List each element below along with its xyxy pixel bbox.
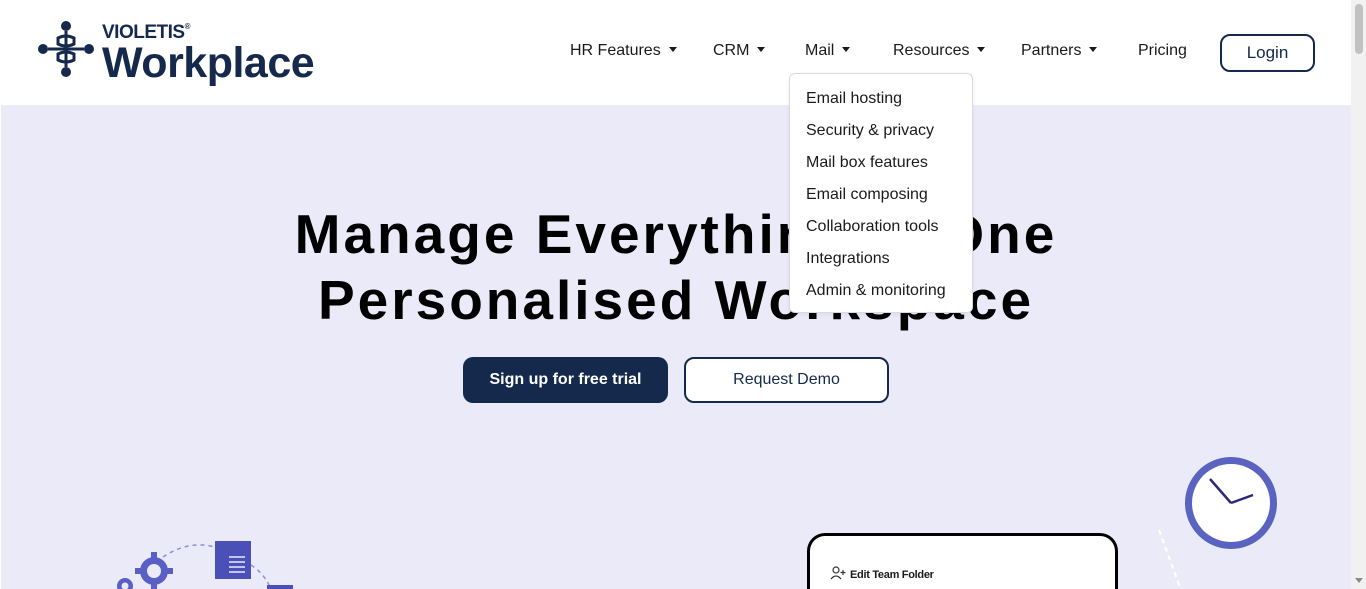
menu-item-security-privacy[interactable]: Security & privacy [806,122,934,140]
nav-item-pricing[interactable]: Pricing [1138,42,1187,60]
nav-item-mail[interactable]: Mail [805,42,851,60]
edit-team-folder-card: Edit Team Folder [807,533,1118,589]
request-demo-button[interactable]: Request Demo [684,357,889,403]
scrollbar-thumb[interactable] [1355,4,1363,54]
caret-down-icon [757,46,766,52]
hero-title-line1: Manage Everything in One [294,203,1058,265]
brand-logo[interactable]: VIOLETIS® Workplace [36,18,326,98]
caret-down-icon [842,46,851,52]
brand-name-big: Workplace [102,39,315,87]
vertical-scrollbar[interactable] [1351,0,1366,589]
violetis-logo-icon [38,21,94,77]
mail-dropdown-menu: Email hosting Security & privacy Mail bo… [789,73,973,313]
nav-item-resources[interactable]: Resources [893,42,986,60]
clock-icon [1185,457,1277,549]
card-label: Edit Team Folder [850,569,934,581]
document-icon [215,541,251,579]
caret-down-icon [977,46,986,52]
menu-item-admin-monitoring[interactable]: Admin & monitoring [806,282,946,300]
nav-item-hr-features[interactable]: HR Features [570,42,677,60]
menu-item-mail-box-features[interactable]: Mail box features [806,154,928,172]
menu-item-integrations[interactable]: Integrations [806,250,890,268]
caret-down-icon [668,46,677,52]
site-header: VIOLETIS® Workplace HR Features CRM Mail… [0,0,1351,105]
gears-icon [117,541,293,589]
menu-item-email-hosting[interactable]: Email hosting [806,90,902,108]
signup-free-trial-button[interactable]: Sign up for free trial [463,357,668,403]
caret-down-icon [1089,46,1098,52]
add-user-icon [830,566,846,580]
nav-item-partners[interactable]: Partners [1021,42,1098,60]
nav-item-crm[interactable]: CRM [713,42,766,60]
dashed-connector [1158,530,1182,589]
scroll-down-arrow-icon[interactable] [1355,578,1363,583]
menu-item-collaboration-tools[interactable]: Collaboration tools [806,218,939,236]
hero-title-line2: Personalised Workspace [317,269,1035,331]
hero-section: Manage Everything in One Personalised Wo… [1,105,1351,589]
menu-item-email-composing[interactable]: Email composing [806,186,928,204]
login-button[interactable]: Login [1220,34,1315,72]
